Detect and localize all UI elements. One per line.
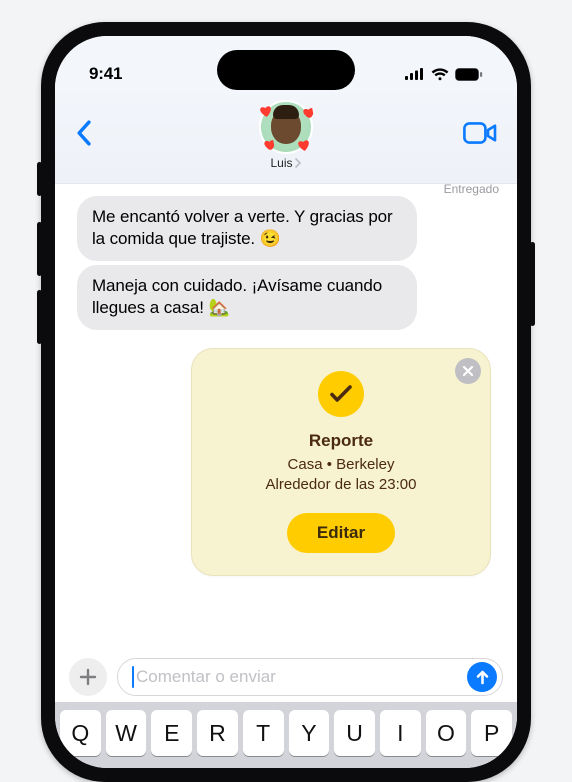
incoming-message[interactable]: Maneja con cuidado. ¡Avísame cuando lleg…: [77, 265, 417, 330]
key-u[interactable]: U: [334, 710, 375, 756]
contact-chip[interactable]: Luis: [259, 100, 313, 170]
checkin-title: Reporte: [210, 431, 472, 451]
key-q[interactable]: Q: [60, 710, 101, 756]
chevron-right-icon: [295, 158, 302, 168]
contact-name: Luis: [259, 156, 313, 170]
attach-button[interactable]: [69, 658, 107, 696]
checkmark-badge: [318, 371, 364, 417]
contact-name-label: Luis: [270, 156, 292, 170]
wifi-icon: [431, 68, 449, 81]
message-input-placeholder: Comentar o enviar: [136, 667, 276, 687]
key-p[interactable]: P: [471, 710, 512, 756]
conversation-header: Luis: [55, 94, 517, 184]
key-t[interactable]: T: [243, 710, 284, 756]
cellular-icon: [405, 68, 425, 80]
side-button: [37, 290, 42, 344]
battery-icon: [455, 68, 483, 81]
back-button[interactable]: [75, 120, 92, 151]
phone-frame: 9:41 Luis: [41, 22, 531, 782]
key-e[interactable]: E: [151, 710, 192, 756]
side-button: [37, 162, 42, 196]
checkmark-icon: [329, 384, 353, 404]
message-thread[interactable]: Entregado Me encantó volver a verte. Y g…: [55, 184, 517, 648]
key-o[interactable]: O: [426, 710, 467, 756]
send-button[interactable]: [467, 662, 497, 692]
plus-icon: [78, 667, 98, 687]
edit-button[interactable]: Editar: [287, 513, 395, 553]
keyboard: Q W E R T Y U I O P: [55, 702, 517, 768]
side-button: [530, 242, 535, 326]
checkin-card: Reporte Casa • Berkeley Alrededor de las…: [191, 348, 491, 576]
close-icon: [462, 365, 474, 377]
key-w[interactable]: W: [106, 710, 147, 756]
arrow-up-icon: [475, 669, 490, 685]
compose-bar: Comentar o enviar: [55, 648, 517, 702]
key-i[interactable]: I: [380, 710, 421, 756]
facetime-button[interactable]: [463, 122, 497, 149]
side-button: [37, 222, 42, 276]
checkin-time: Alrededor de las 23:00: [210, 475, 472, 495]
checkin-location: Casa • Berkeley: [210, 455, 472, 475]
screen: 9:41 Luis: [55, 36, 517, 768]
key-r[interactable]: R: [197, 710, 238, 756]
text-caret: [132, 666, 134, 688]
dynamic-island: [217, 50, 355, 90]
key-y[interactable]: Y: [289, 710, 330, 756]
avatar: [259, 100, 313, 154]
status-indicators: [405, 68, 483, 81]
delivered-status: Entregado: [444, 184, 499, 196]
message-input[interactable]: Comentar o enviar: [117, 658, 503, 696]
close-button[interactable]: [455, 358, 481, 384]
incoming-message[interactable]: Me encantó volver a verte. Y gracias por…: [77, 196, 417, 261]
status-time: 9:41: [89, 64, 122, 84]
